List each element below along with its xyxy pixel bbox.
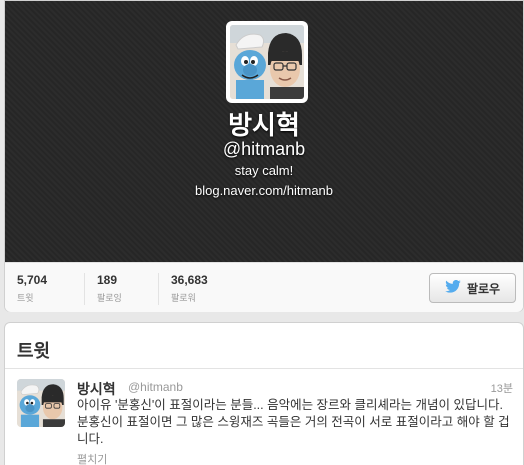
stat-tweets[interactable]: 5,704 트윗 (5, 273, 47, 305)
follow-button-label: 팔로우 (466, 281, 501, 296)
stat-value: 189 (97, 273, 118, 287)
stat-label: 팔로워 (171, 293, 196, 303)
profile-bio: stay calm! (234, 163, 294, 178)
stat-value: 36,683 (171, 273, 208, 287)
profile-name: 방시혁 (228, 110, 300, 140)
tweets-heading: 트윗 (5, 323, 523, 369)
profile-stats: 5,704 트윗 189 팔로잉 36,683 팔로워 팔로우 (5, 262, 523, 312)
stat-value: 5,704 (17, 273, 48, 287)
twitter-bird-icon (445, 279, 461, 296)
stat-following[interactable]: 189 팔로잉 (84, 273, 122, 305)
profile-card: 방시혁 @hitmanb stay calm! blog.naver.com/h… (4, 0, 524, 312)
profile-header: 방시혁 @hitmanb stay calm! blog.naver.com/h… (5, 1, 523, 262)
tweet-timestamp[interactable]: 13분 (491, 380, 513, 396)
profile-avatar[interactable] (226, 21, 308, 103)
tweet-item[interactable]: 방시혁 @hitmanb 13분 아이유 '분홍신'이 표절이라는 분들... … (5, 369, 523, 465)
avatar-image (230, 25, 304, 99)
stat-followers[interactable]: 36,683 팔로워 (158, 273, 208, 305)
stat-label: 트윗 (17, 293, 34, 303)
tweet-author-handle[interactable]: @hitmanb (128, 380, 183, 394)
tweet-avatar[interactable] (17, 379, 65, 427)
profile-page: 방시혁 @hitmanb stay calm! blog.naver.com/h… (0, 0, 524, 465)
tweets-panel: 트윗 방시혁 @hitmanb 13분 아이유 '분홍신'이 표절이라는 분들.… (4, 322, 524, 465)
stat-label: 팔로잉 (97, 293, 122, 303)
tweet-text: 아이유 '분홍신'이 표절이라는 분들... 음악에는 장르와 클리셰라는 개념… (77, 398, 510, 446)
profile-handle: @hitmanb (222, 139, 306, 159)
follow-button[interactable]: 팔로우 (429, 273, 516, 303)
tweet-author-name[interactable]: 방시혁 (77, 379, 116, 399)
tweet-expand-link[interactable]: 펼치기 (77, 451, 107, 465)
profile-website-link[interactable]: blog.naver.com/hitmanb (5, 183, 523, 198)
